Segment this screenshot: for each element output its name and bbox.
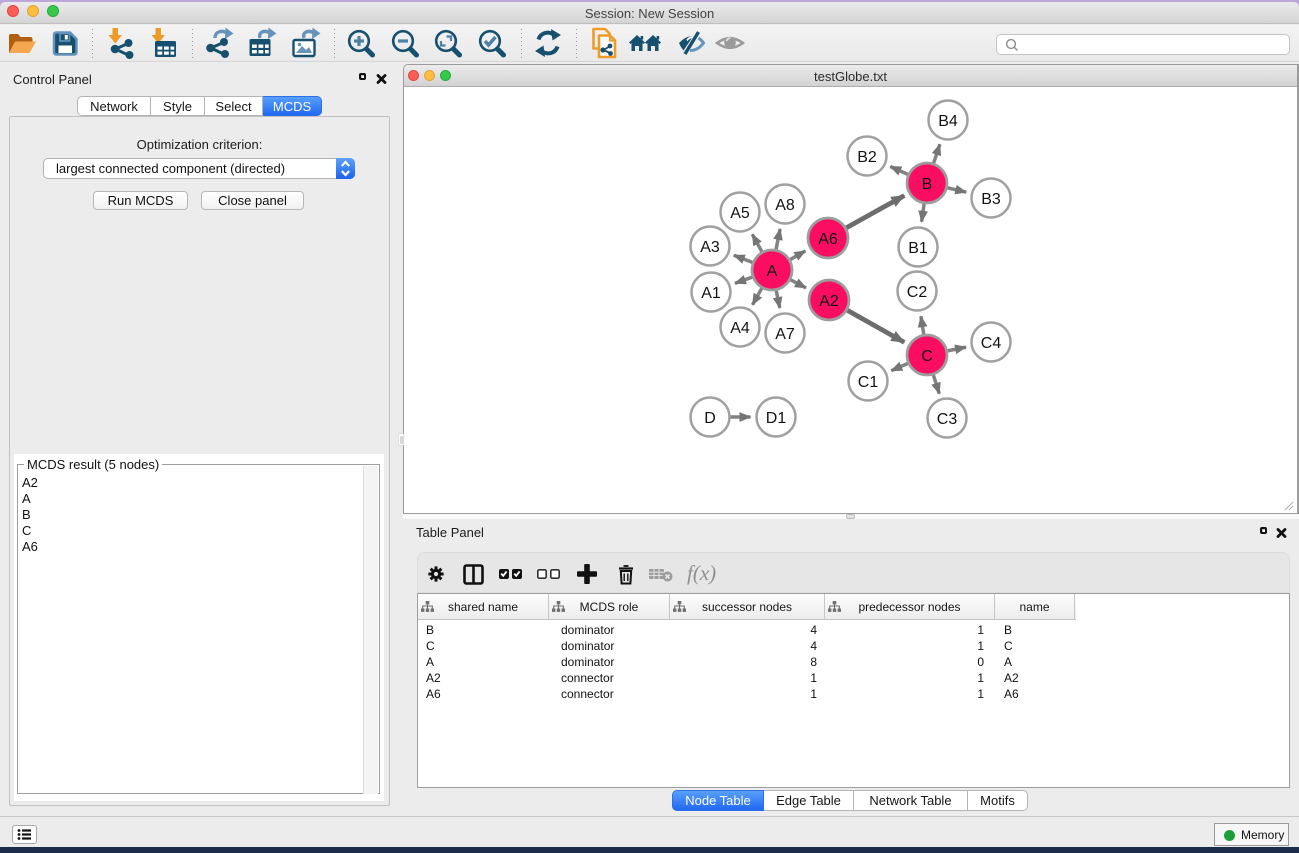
svg-text:C3: C3 [937,411,958,428]
svg-text:C1: C1 [858,374,879,391]
svg-text:A8: A8 [775,197,795,214]
svg-text:A3: A3 [700,239,720,256]
svg-text:A7: A7 [775,326,795,343]
svg-text:A2: A2 [819,293,839,310]
svg-text:A5: A5 [730,205,750,222]
svg-text:B4: B4 [938,113,958,130]
svg-text:C2: C2 [907,284,928,301]
svg-text:A6: A6 [818,231,838,248]
svg-text:D: D [704,410,716,427]
svg-text:C4: C4 [981,335,1002,352]
svg-text:B1: B1 [908,240,928,257]
svg-text:B3: B3 [981,191,1001,208]
svg-text:A: A [767,263,778,280]
svg-text:C: C [921,348,933,365]
svg-text:A1: A1 [701,285,721,302]
svg-text:D1: D1 [766,410,787,427]
svg-text:B: B [922,176,933,193]
svg-text:A4: A4 [730,320,750,337]
svg-text:B2: B2 [857,149,877,166]
